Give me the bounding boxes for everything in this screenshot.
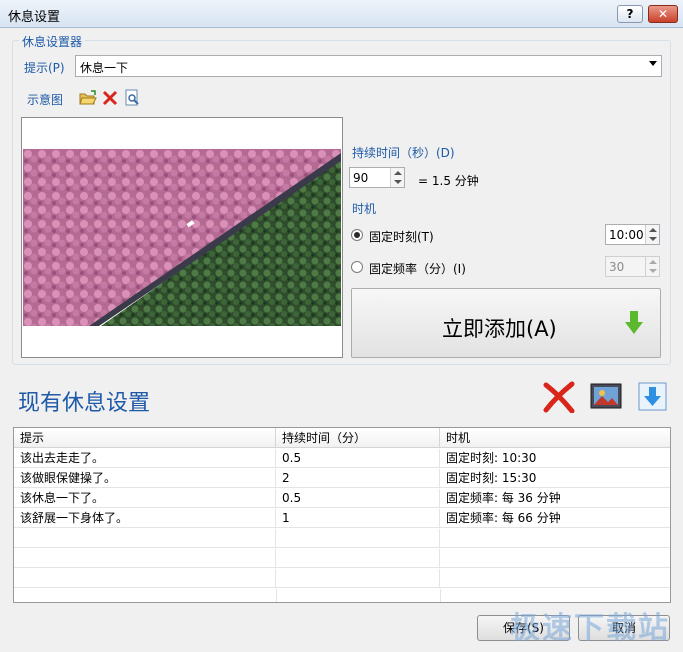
cell-prompt: 该做眼保健操了。 [14, 469, 276, 488]
timing-label: 时机 [352, 202, 377, 216]
column-divider [440, 589, 441, 602]
fixed-time-value: 10:00 [609, 228, 644, 242]
cell-duration: 2 [276, 469, 440, 488]
watermark-text: 极速下载站 [510, 611, 670, 646]
open-folder-icon[interactable] [79, 89, 97, 107]
fixed-time-spinner[interactable]: 10:00 [605, 224, 660, 245]
spin-up-icon[interactable] [649, 228, 657, 232]
fixed-time-label: 固定时刻(T) [369, 230, 434, 244]
fixed-frequency-value: 30 [609, 260, 625, 274]
cell-timing: 固定时刻: 15:30 [446, 471, 537, 485]
break-settings-table[interactable]: 提示 持续时间（分） 时机 该出去走走了。 0.5 固定时刻: 10:30 该做… [13, 427, 671, 603]
fixed-frequency-label: 固定频率（分）(I) [369, 262, 466, 276]
window-title: 休息设置 [8, 10, 61, 25]
duration-spin-buttons[interactable] [390, 168, 404, 187]
empty-cell [14, 529, 276, 548]
delete-icon[interactable] [542, 381, 576, 413]
prompt-combobox[interactable]: 休息一下 [75, 55, 662, 77]
close-button[interactable]: ✕ [648, 5, 678, 23]
table-row[interactable]: 该舒展一下身体了。 1 固定频率: 每 66 分钟 [14, 509, 670, 528]
empty-row [14, 549, 670, 568]
duration-spinner[interactable]: 90 [349, 167, 405, 188]
preview-label: 示意图 [27, 93, 64, 107]
table-row[interactable]: 该休息一下了。 0.5 固定频率: 每 36 分钟 [14, 489, 670, 508]
prompt-label: 提示(P) [24, 61, 65, 75]
radio-selected-dot [354, 232, 360, 238]
chevron-down-icon[interactable] [649, 61, 657, 66]
spin-down-icon[interactable] [394, 180, 402, 184]
duration-value: 90 [353, 171, 369, 185]
table-row[interactable]: 该出去走走了。 0.5 固定时刻: 10:30 [14, 449, 670, 468]
title-bar: 休息设置 ? ✕ [0, 0, 683, 28]
image-icon[interactable] [590, 383, 622, 409]
cell-timing: 固定频率: 每 36 分钟 [446, 491, 561, 505]
cell-duration: 1 [276, 509, 440, 528]
preview-image [23, 149, 341, 326]
spin-up-icon[interactable] [649, 260, 657, 264]
cell-prompt: 该休息一下了。 [14, 489, 276, 508]
delete-icon[interactable] [101, 89, 119, 107]
spin-down-icon[interactable] [649, 269, 657, 273]
duration-label: 持续时间（秒）(D) [352, 146, 455, 160]
column-header-prompt[interactable]: 提示 [14, 428, 276, 448]
empty-row [14, 569, 670, 588]
help-button[interactable]: ? [617, 5, 643, 23]
fixed-frequency-radio[interactable] [351, 261, 363, 273]
fixed-frequency-spin-buttons[interactable] [645, 257, 659, 276]
cell-prompt: 该出去走走了。 [14, 449, 276, 468]
fixed-time-spin-buttons[interactable] [645, 225, 659, 244]
spin-up-icon[interactable] [394, 171, 402, 175]
spin-down-icon[interactable] [649, 237, 657, 241]
empty-cell [14, 549, 276, 568]
column-divider [276, 589, 277, 602]
table-row[interactable]: 该做眼保健操了。 2 固定时刻: 15:30 [14, 469, 670, 488]
cell-timing: 固定频率: 每 66 分钟 [446, 511, 561, 525]
download-icon[interactable] [638, 382, 667, 411]
cell-duration: 0.5 [276, 449, 440, 468]
arrow-down-icon [625, 311, 643, 334]
add-now-button[interactable]: 立即添加(A) [351, 288, 661, 358]
group-label: 休息设置器 [19, 33, 86, 50]
empty-cell [276, 529, 440, 548]
empty-row [14, 529, 670, 548]
column-header-timing[interactable]: 时机 [440, 428, 670, 448]
cell-duration: 0.5 [276, 489, 440, 508]
existing-settings-title: 现有休息设置 [18, 391, 151, 416]
cell-prompt: 该舒展一下身体了。 [14, 509, 276, 528]
column-header-duration[interactable]: 持续时间（分） [276, 428, 440, 448]
empty-cell [276, 569, 440, 588]
preview-box [21, 117, 343, 358]
cell-timing: 固定时刻: 10:30 [446, 451, 537, 465]
duration-minutes: = 1.5 分钟 [418, 174, 479, 188]
empty-cell [14, 569, 276, 588]
preview-icon[interactable] [123, 89, 141, 107]
empty-cell [276, 549, 440, 568]
fixed-frequency-spinner[interactable]: 30 [605, 256, 660, 277]
fixed-time-radio[interactable] [351, 229, 363, 241]
prompt-value: 休息一下 [80, 61, 129, 75]
add-now-label: 立即添加(A) [442, 317, 557, 341]
